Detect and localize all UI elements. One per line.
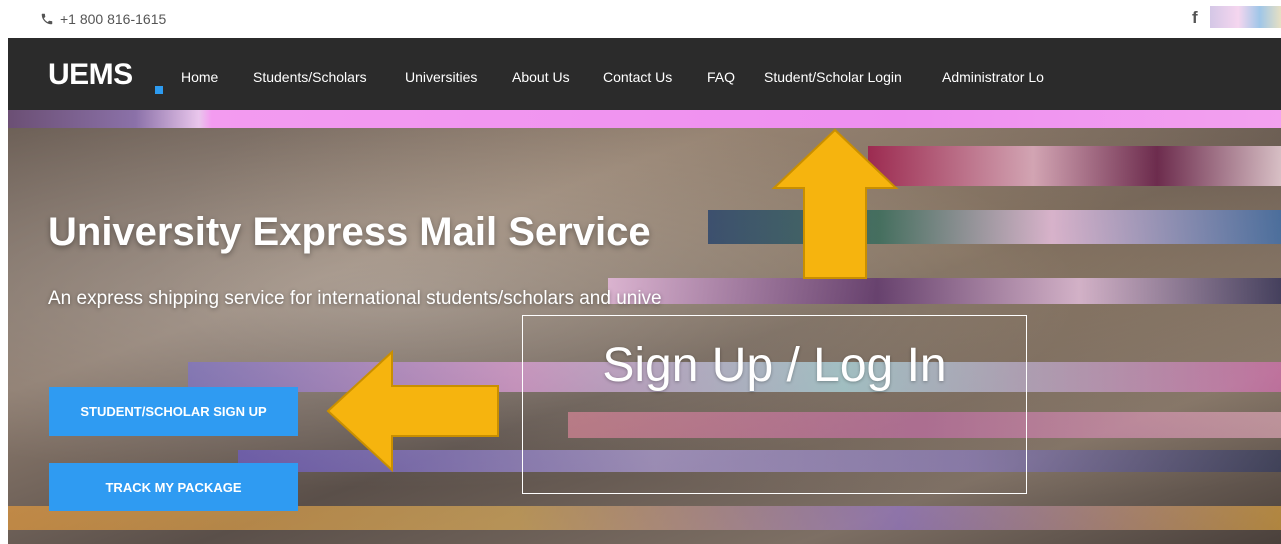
glitch-band — [608, 278, 1281, 304]
signup-login-callout: Sign Up / Log In — [522, 315, 1027, 494]
nav-administrator-login[interactable]: Administrator Lo — [942, 69, 1044, 85]
phone-number: +1 800 816-1615 — [60, 11, 167, 27]
hero-subtitle: An express shipping service for internat… — [48, 288, 662, 309]
main-navbar: UEMS Home Students/Scholars Universities… — [8, 38, 1281, 110]
facebook-icon[interactable]: f — [1192, 8, 1198, 28]
track-package-button[interactable]: TRACK MY PACKAGE — [49, 463, 298, 511]
nav-home[interactable]: Home — [181, 69, 218, 85]
nav-universities[interactable]: Universities — [405, 69, 477, 85]
site-logo[interactable]: UEMS — [48, 58, 133, 92]
nav-faq[interactable]: FAQ — [707, 69, 735, 85]
nav-students-scholars[interactable]: Students/Scholars — [253, 69, 367, 85]
glitch-stripe — [8, 110, 1281, 128]
phone-contact[interactable]: +1 800 816-1615 — [40, 11, 166, 27]
arrow-up-icon — [771, 128, 899, 279]
arrow-left-icon — [326, 350, 499, 472]
social-icons-strip[interactable] — [1210, 6, 1281, 28]
phone-icon — [41, 13, 53, 25]
hero-title: University Express Mail Service — [48, 210, 651, 254]
nav-about-us[interactable]: About Us — [512, 69, 570, 85]
glitch-band — [868, 146, 1281, 186]
signup-login-label: Sign Up / Log In — [602, 339, 947, 392]
hero-section: University Express Mail Service An expre… — [8, 128, 1281, 544]
nav-contact-us[interactable]: Contact Us — [603, 69, 672, 85]
top-contact-bar: +1 800 816-1615 f — [0, 0, 1281, 38]
logo-accent-dot — [155, 86, 163, 94]
nav-student-scholar-login[interactable]: Student/Scholar Login — [764, 69, 902, 85]
student-scholar-signup-button[interactable]: STUDENT/SCHOLAR SIGN UP — [49, 387, 298, 436]
